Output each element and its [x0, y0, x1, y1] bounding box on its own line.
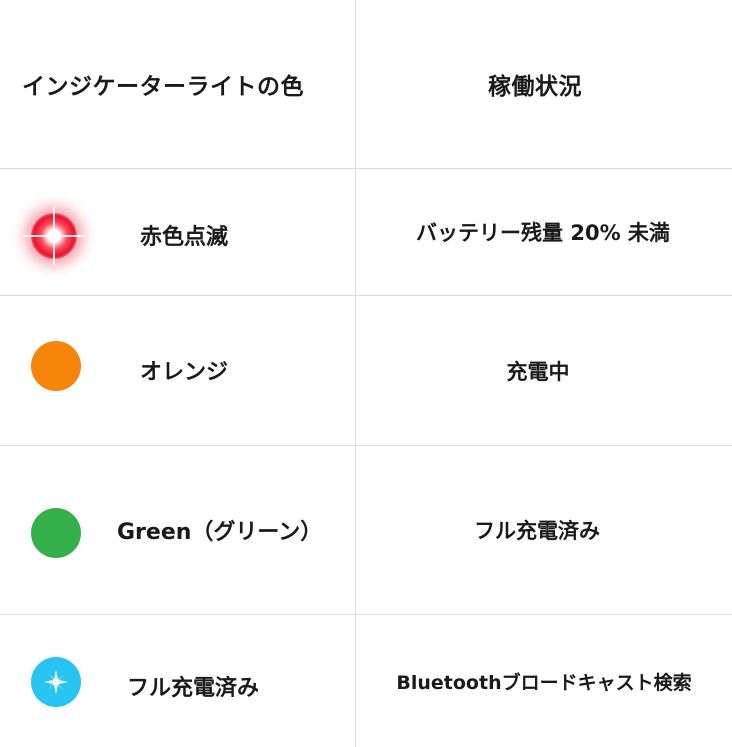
table-row: フル充電済み Bluetoothブロードキャスト検索	[0, 615, 732, 747]
color-cell: Green（グリーン）	[0, 446, 355, 614]
table-header-row: インジケーターライトの色 稼働状況	[0, 0, 732, 169]
color-label: フル充電済み	[127, 676, 260, 701]
indicator-status-table: インジケーターライトの色 稼働状況 赤色点滅 バッテリー残量 20% 未満 オレ…	[0, 0, 732, 747]
green-light-icon	[31, 508, 81, 558]
color-cell: フル充電済み	[0, 615, 355, 747]
table-row: Green（グリーン） フル充電済み	[0, 446, 732, 615]
blue-flashing-light-icon	[31, 657, 81, 707]
status-cell: Bluetoothブロードキャスト検索	[356, 615, 732, 747]
color-cell: 赤色点滅	[0, 169, 355, 295]
status-label: フル充電済み	[474, 519, 600, 543]
status-cell: 充電中	[356, 296, 732, 445]
table-row: 赤色点滅 バッテリー残量 20% 未満	[0, 169, 732, 296]
header-cell-color: インジケーターライトの色	[0, 0, 355, 168]
status-label: 充電中	[506, 359, 570, 384]
header-color-label: インジケーターライトの色	[22, 74, 304, 100]
orange-light-icon	[31, 341, 81, 391]
status-cell: バッテリー残量 20% 未満	[356, 169, 732, 295]
flash-burst-icon	[44, 670, 68, 694]
table-row: オレンジ 充電中	[0, 296, 732, 446]
color-label: オレンジ	[140, 360, 229, 385]
header-status-label: 稼働状況	[488, 74, 582, 100]
header-cell-status: 稼働状況	[356, 0, 732, 168]
status-cell: フル充電済み	[356, 446, 732, 614]
color-cell: オレンジ	[0, 296, 355, 445]
status-label: バッテリー残量 20% 未満	[416, 221, 670, 245]
color-label: Green（グリーン）	[117, 520, 323, 545]
color-label: 赤色点滅	[140, 225, 229, 250]
status-label: Bluetoothブロードキャスト検索	[396, 671, 692, 694]
red-blinking-light-icon	[23, 207, 85, 265]
